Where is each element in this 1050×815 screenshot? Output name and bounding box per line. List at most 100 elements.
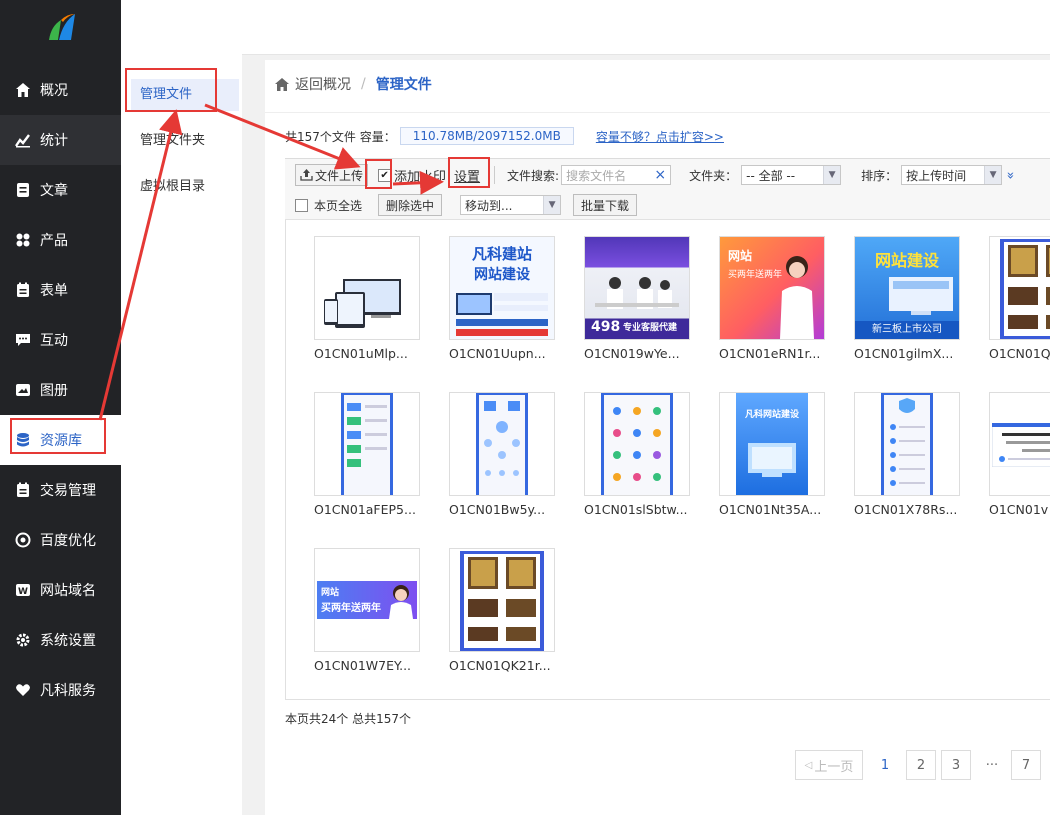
sidebar-item-label: 交易管理: [40, 483, 96, 499]
sort-select[interactable]: 按上传时间 ▼: [901, 165, 1003, 185]
sidebar-item-chart[interactable]: 统计: [0, 115, 121, 165]
file-tile[interactable]: O1CN01QK21r...: [449, 548, 555, 673]
folder-select[interactable]: -- 全部 -- ▼: [741, 165, 842, 185]
file-thumbnail[interactable]: 网站建设 新三板上市公司: [854, 236, 960, 340]
breadcrumb-back-link[interactable]: 返回概况: [295, 74, 351, 94]
sidebar-item-chat[interactable]: 互动: [0, 315, 121, 365]
file-grid: O1CN01uMlp... 凡科建站 网站建设 O1CN01Uupn... 498 专业客…: [285, 220, 1050, 700]
sidebar-item-article[interactable]: 文章: [0, 165, 121, 215]
capacity-value: 110.78MB/2097152.0MB: [399, 127, 574, 145]
thumb-subtitle: 网站建设: [474, 267, 530, 283]
search-label: 文件搜索:: [507, 168, 560, 183]
sub-menu: 管理文件 管理文件夹 虚拟根目录: [121, 0, 242, 815]
sidebar-item-home[interactable]: 概况: [0, 65, 121, 115]
sidebar-item-label: 互动: [40, 333, 68, 349]
sidebar-item-gear[interactable]: 系统设置: [0, 615, 121, 665]
search-input[interactable]: 搜索文件名 ×: [561, 165, 672, 185]
file-name: O1CN01Nt35A...: [719, 502, 822, 517]
page-3-button[interactable]: 3: [941, 750, 971, 780]
clear-search-icon[interactable]: ×: [654, 166, 666, 184]
sidebar-item-heart[interactable]: 凡科服务: [0, 665, 121, 715]
chevron-left-icon: ◁: [804, 759, 813, 771]
article-icon: [15, 182, 31, 198]
file-tile[interactable]: O1CN01Q: [989, 236, 1050, 361]
sidebar-item-form[interactable]: 表单: [0, 265, 121, 315]
delete-selected-button[interactable]: 删除选中: [378, 194, 443, 216]
thumb-tagline: 专业客服代建: [623, 323, 678, 333]
expand-more-icon[interactable]: »: [1003, 171, 1018, 179]
thumb-title: 网站建设: [874, 251, 939, 270]
upload-button[interactable]: 文件上传: [295, 164, 369, 186]
sidebar-item-grid[interactable]: 产品: [0, 215, 121, 265]
file-tile[interactable]: O1CN01v: [989, 392, 1050, 517]
move-to-value: 移动到...: [465, 198, 513, 213]
file-tile[interactable]: O1CN01X78Rs...: [854, 392, 960, 517]
file-tile[interactable]: O1CN01aFEP5...: [314, 392, 420, 517]
sidebar-item-trade[interactable]: 交易管理: [0, 465, 121, 515]
file-tile[interactable]: 网站 买两年送两年 O1CN01eRN1r...: [719, 236, 825, 361]
file-thumbnail[interactable]: [854, 392, 960, 496]
file-thumbnail[interactable]: [314, 392, 420, 496]
prev-page-button[interactable]: ◁ 上一页: [795, 750, 863, 780]
move-to-select[interactable]: 移动到... ▼: [460, 195, 562, 215]
file-tile[interactable]: 网站 买两年送两年 O1CN01W7EY...: [314, 548, 420, 673]
file-name: O1CN01uMlp...: [314, 346, 408, 361]
file-tile[interactable]: O1CN01Bw5y...: [449, 392, 555, 517]
target-icon: [15, 532, 31, 548]
file-thumbnail[interactable]: [449, 392, 555, 496]
thumb-title: 网站: [728, 249, 753, 263]
form-icon: [15, 282, 31, 298]
file-tile[interactable]: O1CN01uMlp...: [314, 236, 420, 361]
submenu-item-virtual-root[interactable]: 虚拟根目录: [131, 171, 239, 203]
file-thumbnail[interactable]: [989, 236, 1050, 340]
file-thumbnail[interactable]: 网站 买两年送两年: [314, 548, 420, 652]
breadcrumb-separator: /: [361, 76, 366, 92]
page-1-button[interactable]: 1: [870, 750, 900, 780]
file-thumbnail[interactable]: 498 专业客服代建: [584, 236, 690, 340]
file-tile[interactable]: 凡科网站建设 O1CN01Nt35A...: [719, 392, 825, 517]
divider: [265, 112, 1050, 113]
sidebar-item-album[interactable]: 图册: [0, 365, 121, 415]
watermark-label: 添加水印: [394, 169, 447, 185]
chevron-down-icon: ▼: [823, 166, 841, 184]
file-toolbar: 文件上传 ✔ 添加水印 设置 文件搜索: 搜索文件名 × 文件夹： -- 全部 …: [285, 158, 1050, 220]
upload-icon: [300, 169, 313, 181]
sidebar-item-label: 文章: [40, 183, 68, 199]
select-all-label: 本页全选: [314, 198, 363, 213]
file-tile[interactable]: 网站建设 新三板上市公司 O1CN01gilmX...: [854, 236, 960, 361]
annotation-box-settings: [448, 157, 490, 188]
select-all-checkbox[interactable]: [295, 198, 308, 212]
file-thumbnail[interactable]: [449, 548, 555, 652]
svg-text:W: W: [18, 587, 28, 597]
folder-label: 文件夹：: [689, 168, 738, 183]
page-2-button[interactable]: 2: [906, 750, 936, 780]
file-thumbnail[interactable]: 网站 买两年送两年: [719, 236, 825, 340]
last-page-button[interactable]: 7: [1011, 750, 1041, 780]
pagination-ellipsis: ···: [977, 750, 1007, 780]
chevron-down-icon: ▼: [984, 166, 1002, 184]
chevron-down-icon: ▼: [543, 196, 561, 214]
annotation-box-resource-library: [10, 418, 106, 454]
file-count-label: 共157个文件 容量：: [285, 129, 396, 144]
batch-download-button[interactable]: 批量下载: [573, 194, 638, 216]
chart-icon: [15, 132, 31, 148]
file-thumbnail[interactable]: [584, 392, 690, 496]
thumb-title: 凡科建站: [471, 245, 532, 263]
file-thumbnail[interactable]: 凡科网站建设: [719, 392, 825, 496]
file-tile[interactable]: 凡科建站 网站建设 O1CN01Uupn...: [449, 236, 555, 361]
file-tile[interactable]: 498 专业客服代建 O1CN019wYe...: [584, 236, 690, 361]
file-thumbnail[interactable]: [989, 392, 1050, 496]
sidebar-item-domain[interactable]: W 网站域名: [0, 565, 121, 615]
grid-icon: [15, 232, 31, 248]
sidebar-item-label: 系统设置: [40, 633, 96, 649]
file-thumbnail[interactable]: [314, 236, 420, 340]
submenu-item-manage-folders[interactable]: 管理文件夹: [131, 125, 239, 157]
expand-capacity-link[interactable]: 容量不够？点击扩容>>: [596, 128, 724, 145]
logo[interactable]: [0, 0, 121, 55]
sidebar-item-target[interactable]: 百度优化: [0, 515, 121, 565]
file-name: O1CN01Q: [989, 346, 1050, 361]
chat-icon: [15, 332, 31, 348]
domain-icon: W: [15, 582, 31, 598]
file-tile[interactable]: O1CN01slSbtw...: [584, 392, 690, 517]
file-thumbnail[interactable]: 凡科建站 网站建设: [449, 236, 555, 340]
